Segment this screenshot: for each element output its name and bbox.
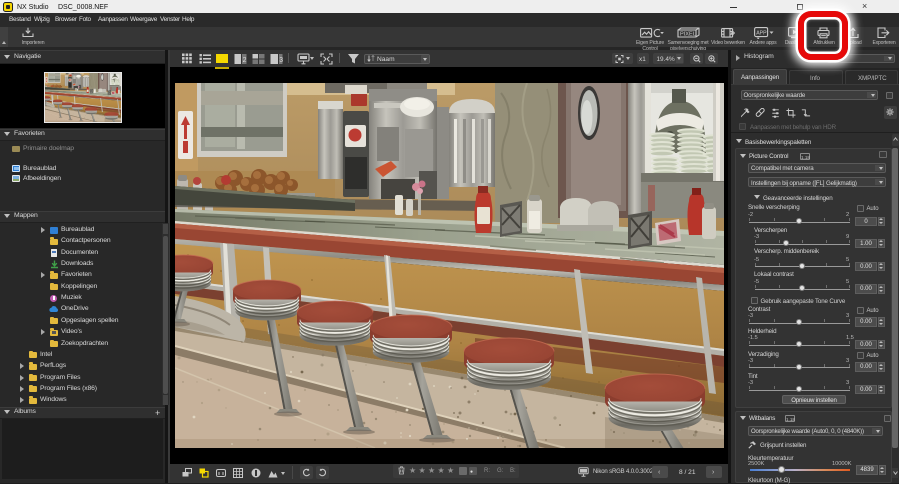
svg-text:3: 3 bbox=[279, 57, 283, 64]
svg-text:PIXEL: PIXEL bbox=[680, 32, 696, 38]
svg-text:APP: APP bbox=[756, 31, 767, 37]
svg-text:2: 2 bbox=[243, 57, 247, 64]
